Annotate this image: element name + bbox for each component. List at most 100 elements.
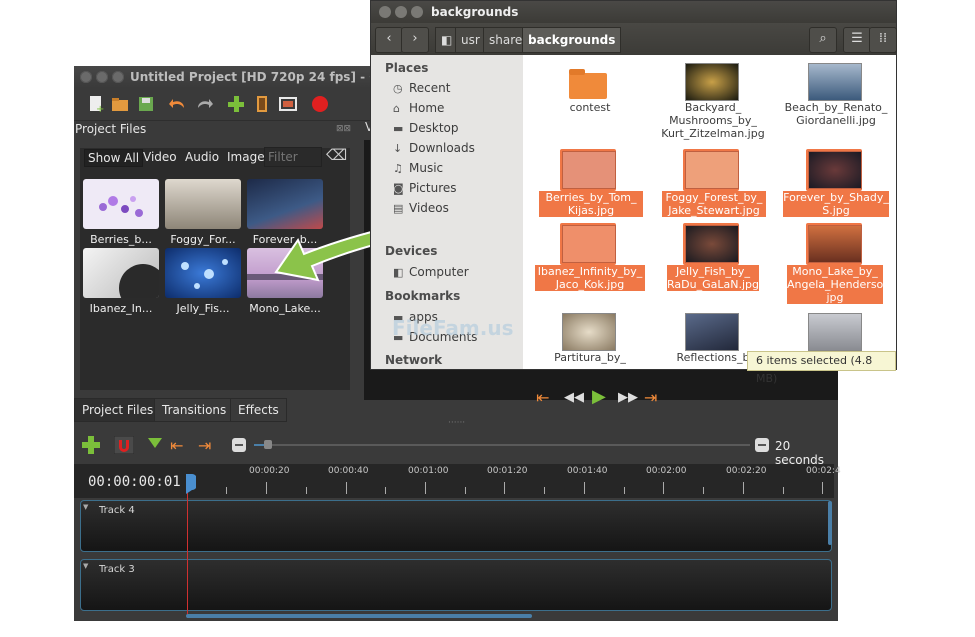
file-thumbnail[interactable] [808, 313, 862, 351]
back-button[interactable]: ‹ [375, 27, 403, 53]
track-4[interactable]: Track 4 ▼ [80, 500, 832, 552]
jump-to-end-icon[interactable]: ⇥ [644, 388, 657, 407]
save-project-icon[interactable] [136, 94, 156, 114]
clear-filter-broom-icon[interactable]: ⌫ [326, 146, 347, 164]
rewind-icon[interactable]: ◀◀ [564, 390, 584, 405]
tab-transitions[interactable]: Transitions [154, 398, 235, 422]
profile-film-icon[interactable] [252, 94, 272, 114]
minimize-window-button[interactable] [395, 6, 407, 18]
file-name[interactable]: Foggy_Forest_by_ Jake_Stewart.jpg [662, 191, 766, 217]
splitter-handle[interactable]: ······ [448, 418, 465, 428]
minimize-window-button[interactable] [96, 71, 108, 83]
maximize-window-button[interactable] [112, 71, 124, 83]
track-name: Track 3 [99, 564, 135, 575]
file-thumbnail[interactable] [808, 225, 862, 263]
sidebar-item-videos[interactable]: ▤ Videos [393, 201, 449, 215]
file-name[interactable]: Jelly_Fish_by_ RaDu_GaLaN.jpg [667, 265, 759, 291]
list-view-icon[interactable]: ☰ [843, 27, 871, 53]
breadcrumb-backgrounds[interactable]: backgrounds [522, 27, 622, 53]
project-file-thumbnail[interactable] [165, 248, 241, 298]
film-icon: ▤ [393, 202, 404, 215]
forward-button[interactable]: › [401, 27, 429, 53]
play-icon[interactable]: ▶ [592, 386, 606, 407]
add-track-icon[interactable] [82, 436, 100, 454]
file-name[interactable]: Partitura_by_ [535, 351, 645, 364]
music-icon: ♫ [393, 162, 403, 175]
svg-text:+: + [96, 104, 104, 114]
previous-marker-icon[interactable]: ⇤ [170, 436, 183, 455]
jump-to-start-icon[interactable]: ⇤ [536, 388, 549, 407]
import-files-icon[interactable] [226, 94, 246, 114]
sidebar-item-recent[interactable]: ◷ Recent [393, 81, 450, 95]
file-name[interactable]: Forever_by_Shady_ S.jpg [783, 191, 889, 217]
zoom-slider[interactable] [254, 444, 750, 446]
sidebar-item-downloads[interactable]: ↓ Downloads [393, 141, 475, 155]
window-title: backgrounds [431, 5, 519, 19]
grid-view-icon[interactable]: ⁞⁞ [869, 27, 897, 53]
next-marker-icon[interactable]: ⇥ [198, 436, 211, 455]
camera-icon: ◙ [393, 182, 404, 195]
horizontal-scrollbar[interactable] [186, 614, 532, 618]
filter-tab-show-all[interactable]: Show All [84, 149, 144, 167]
file-thumbnail[interactable] [685, 225, 739, 263]
vertical-scrollbar[interactable] [828, 501, 832, 545]
breadcrumb-usr[interactable]: usr [455, 27, 486, 53]
file-name[interactable]: Backyard_ Mushrooms_by_ Kurt_Zitzelman.j… [658, 101, 768, 140]
project-file-thumbnail[interactable] [165, 179, 241, 229]
new-project-icon[interactable]: + [86, 94, 106, 114]
export-video-icon[interactable] [310, 94, 330, 114]
tab-effects[interactable]: Effects [230, 398, 287, 422]
sidebar-item-desktop[interactable]: ▬ Desktop [393, 121, 459, 135]
file-grid: contest Backyard_ Mushrooms_by_ Kurt_Zit… [523, 55, 896, 369]
sidebar-item-music[interactable]: ♫ Music [393, 161, 443, 175]
project-file-thumbnail[interactable] [83, 248, 159, 298]
playhead-marker-icon[interactable] [186, 474, 196, 494]
playhead-line[interactable] [187, 474, 188, 618]
track-name: Track 4 [99, 505, 135, 516]
folder-icon[interactable] [569, 67, 607, 99]
sidebar-item-pictures[interactable]: ◙ Pictures [393, 181, 457, 195]
fast-forward-icon[interactable]: ▶▶ [618, 390, 638, 405]
track-menu-icon[interactable]: ▼ [83, 503, 89, 511]
home-icon: ⌂ [393, 102, 400, 115]
undo-icon[interactable] [168, 94, 188, 114]
file-thumbnail[interactable] [562, 313, 616, 351]
close-window-button[interactable] [379, 6, 391, 18]
zoom-slider-handle[interactable] [264, 440, 272, 449]
maximize-window-button[interactable] [411, 6, 423, 18]
zoom-in-icon[interactable] [755, 438, 769, 452]
open-project-icon[interactable] [110, 94, 130, 114]
search-icon[interactable]: ⌕ [809, 27, 837, 53]
project-file-thumbnail[interactable] [83, 179, 159, 229]
filter-tab-audio[interactable]: Audio [182, 149, 222, 165]
track-3[interactable]: Track 3 ▼ [80, 559, 832, 611]
zoom-out-icon[interactable] [232, 438, 246, 452]
file-name[interactable]: Berries_by_Tom_ Kijas.jpg [539, 191, 643, 217]
snap-magnet-icon[interactable] [114, 436, 134, 454]
track-menu-icon[interactable]: ▼ [83, 562, 89, 570]
tab-project-files[interactable]: Project Files [74, 398, 162, 422]
file-thumbnail[interactable] [808, 63, 862, 101]
file-name[interactable]: Mono_Lake_by_ Angela_Henderson. jpg [787, 265, 894, 304]
file-thumbnail[interactable] [685, 151, 739, 189]
redo-icon[interactable] [194, 94, 214, 114]
filter-tab-image[interactable]: Image [224, 149, 268, 165]
file-thumbnail[interactable] [685, 63, 739, 101]
panel-close-icon[interactable]: ⊠⊠ [336, 124, 356, 134]
file-thumbnail[interactable] [808, 151, 862, 189]
fullscreen-icon[interactable] [278, 94, 298, 114]
filter-input[interactable] [264, 147, 322, 167]
file-thumbnail[interactable] [685, 313, 739, 351]
add-marker-icon[interactable] [148, 438, 162, 450]
selection-status-bar: 6 items selected (4.8 MB) [747, 351, 896, 385]
file-thumbnail[interactable] [562, 225, 616, 263]
file-thumbnail[interactable] [562, 151, 616, 189]
file-name[interactable]: contest [535, 101, 645, 114]
filter-tab-video[interactable]: Video [140, 149, 180, 165]
file-manager-window: backgrounds ‹ › ◧ usr share backgrounds … [370, 0, 897, 385]
sidebar-item-home[interactable]: ⌂ Home [393, 101, 444, 115]
file-name[interactable]: Ibanez_Infinity_by_ Jaco_Kok.jpg [535, 265, 645, 291]
file-name[interactable]: Beach_by_Renato_ Giordanelli.jpg [781, 101, 891, 127]
close-window-button[interactable] [80, 71, 92, 83]
sidebar-item-computer[interactable]: ◧ Computer [393, 265, 469, 279]
